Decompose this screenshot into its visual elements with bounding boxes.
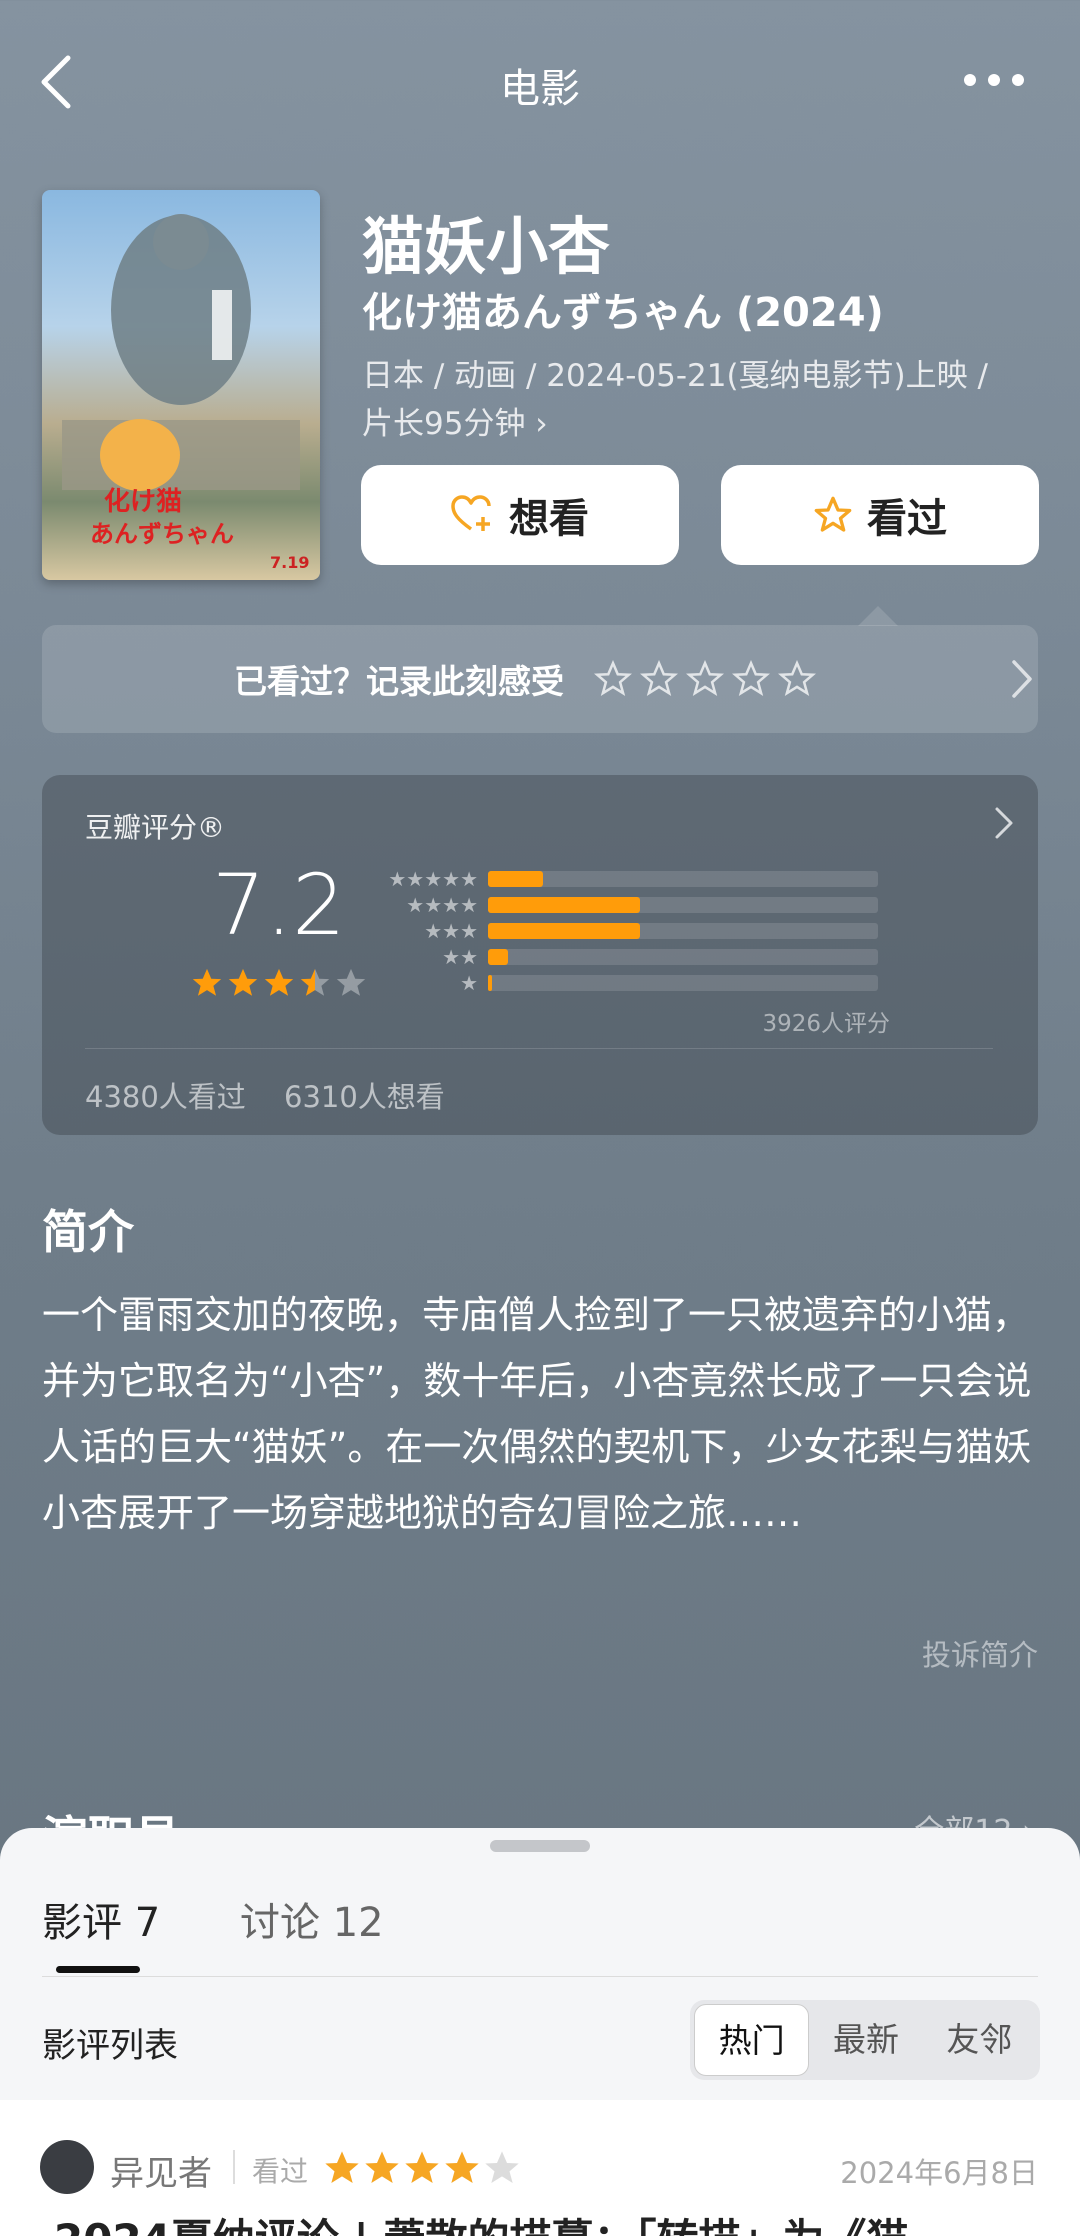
distribution-bar-track [488,949,878,965]
seen-label: 看过 [867,496,947,542]
distribution-bar [488,949,508,965]
heart-plus-icon [451,495,491,531]
sort-hot[interactable]: 热门 [694,2004,810,2076]
star-icon [336,968,366,996]
distribution-bar-track [488,975,878,991]
distribution-row: ★★★ [388,918,888,944]
record-notch [858,606,898,626]
distribution-stars-label: ★★★ [424,919,478,943]
intro-text: 一个雷雨交加的夜晚，寺庙僧人捡到了一只被遗弃的小猫，并为它取名为“小杏”，数十年… [42,1293,1032,1535]
rating-stars [190,966,368,1000]
sort-segmented-control[interactable]: 热门 最新 友邻 [690,2000,1040,2080]
poster-date: 7.19 [270,553,309,572]
star-icon [405,2151,439,2183]
review-author[interactable]: 异见者 [110,2146,212,2195]
movie-meta[interactable]: 日本 / 动画 / 2024-05-21(戛纳电影节)上映 / 片长95分钟 › [362,352,1022,448]
star-outline-icon[interactable] [778,660,816,698]
report-intro-link[interactable]: 投诉简介 [922,1632,1038,1674]
star-icon [445,2151,479,2183]
want-label: 想看 [509,496,589,542]
star-icon [192,968,222,996]
review-stars [322,2148,522,2188]
star-outline-icon[interactable] [640,660,678,698]
sort-latest[interactable]: 最新 [809,2004,922,2076]
distribution-bar-track [488,923,878,939]
distribution-stars-label: ★★★★ [406,893,478,917]
divider [42,1976,1038,1977]
distribution-bar-track [488,871,878,887]
distribution-row: ★★★★★ [388,866,888,892]
sheet-drag-handle[interactable] [490,1840,590,1852]
rating-score: 7.2 [212,856,346,954]
review-list-label: 影评列表 [42,2026,178,2066]
review-status: 看过 [252,2155,309,2188]
divider [233,2150,235,2184]
record-text: 已看过？记录此刻感受 [234,662,564,701]
record-feeling-bar[interactable]: 已看过？记录此刻感受 [42,625,1038,733]
distribution-row: ★★★★ [388,892,888,918]
star-outline-icon [814,496,852,532]
tab-discussions[interactable]: 讨论 12 [240,1890,384,1948]
movie-title: 猫妖小杏 [362,210,611,283]
distribution-row: ★ [388,970,888,996]
distribution-stars-label: ★★ [442,945,478,969]
star-icon [300,968,330,996]
distribution-bar [488,975,492,991]
review-date: 2024年6月8日 [840,2156,1038,2190]
distribution-bar [488,923,641,939]
avatar[interactable] [40,2140,94,2194]
distribution-bar-track [488,897,878,913]
distribution-bar [488,897,641,913]
more-options-icon[interactable] [964,70,1024,90]
star-outline-icon[interactable] [686,660,724,698]
distribution-row: ★★ [388,944,888,970]
chevron-right-icon[interactable] [994,806,1014,840]
sort-friends[interactable]: 友邻 [923,2004,1036,2076]
distribution-bar [488,871,543,887]
active-tab-indicator [56,1966,140,1973]
want-to-watch-button[interactable]: 想看 [361,465,679,565]
star-icon [264,968,294,996]
rating-count: 3926人评分 [762,1011,890,1037]
review-title[interactable]: 2024夏纳评论 | 萧散的描摹：「转描」为《猫 [54,2206,908,2236]
distribution-stars-label: ★ [460,971,478,995]
intro-heading: 简介 [42,1205,134,1259]
seen-button[interactable]: 看过 [721,465,1039,565]
rating-label: 豆瓣评分® [85,811,226,844]
page-title: 电影 [500,66,580,112]
distribution-stars-label: ★★★★★ [388,867,478,891]
star-icon [485,2151,519,2183]
wanted-count[interactable]: 6310人想看 [284,1074,445,1116]
watched-count[interactable]: 4380人看过 [85,1074,246,1116]
star-outline-icon[interactable] [732,660,770,698]
poster-title-1: 化け猫 [104,487,182,517]
poster-title-2: あんずちゃん [90,520,234,548]
movie-poster[interactable]: 化け猫 あんずちゃん 7.19 [42,190,320,580]
star-outline-icon[interactable] [594,660,632,698]
rating-distribution: ★★★★★ ★★★★ ★★★ ★★ ★ [388,866,888,996]
chevron-right-icon[interactable] [1010,658,1034,700]
star-icon [325,2151,359,2183]
tab-reviews[interactable]: 影评 7 [42,1890,160,1948]
star-icon [228,968,258,996]
rate-stars[interactable] [594,660,816,698]
divider [85,1048,993,1049]
movie-original-title: 化け猫あんずちゃん (2024) [362,290,884,336]
star-icon [365,2151,399,2183]
